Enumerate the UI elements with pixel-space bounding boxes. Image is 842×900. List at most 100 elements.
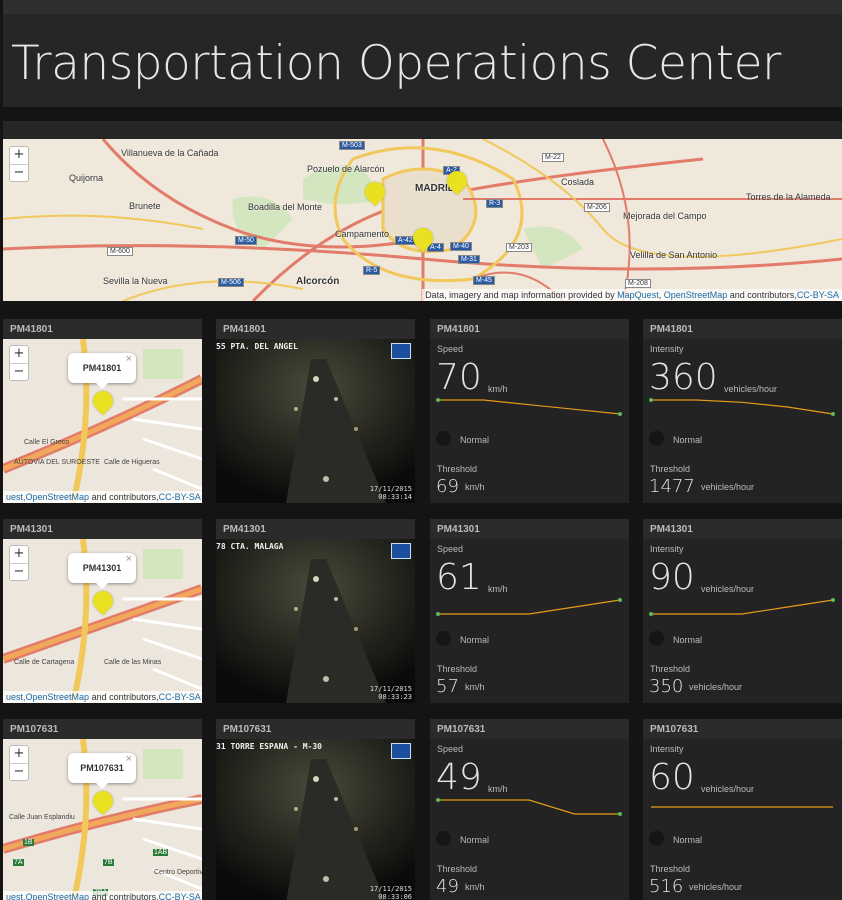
sparkline-path <box>438 799 620 815</box>
attribution-link-osm[interactable]: uest,OpenStreetMap <box>6 892 89 900</box>
speed-metric: Speed 49 km/h Normal Threshold 49 km/h <box>430 739 629 900</box>
sensor-minimap[interactable]: + − PM41301 × Calle de Cartagena Calle de las… <box>3 539 202 703</box>
intensity-trend-sparkline <box>651 806 833 808</box>
zoom-out-button[interactable]: − <box>10 763 28 780</box>
speed-label: Speed <box>437 544 464 554</box>
camera-date: 17/11/2015 <box>369 885 412 893</box>
map-place-label: Sevilla la Nueva <box>103 276 168 286</box>
attribution-link-osm[interactable]: uest,OpenStreetMap <box>6 692 89 702</box>
minimap-zoom-control: + − <box>9 345 29 381</box>
camera-scene <box>216 539 415 703</box>
camera-label: 31 TORRE ESPANA - M-30 <box>216 742 322 751</box>
street-label: Calle de Cartagena <box>14 659 75 666</box>
sparkline-path <box>651 399 834 415</box>
sparkline-path <box>438 399 621 415</box>
status-indicator-icon <box>649 831 664 846</box>
street-label: 7A <box>13 859 24 866</box>
attribution-link-license[interactable]: CC-BY-SA <box>159 492 201 502</box>
camera-timestamp: 17/11/2015 08:33:06 <box>370 885 412 900</box>
threshold-unit: vehicles/hour <box>689 882 743 892</box>
street-label: Calle El Greco <box>24 439 70 446</box>
map-zoom-control: + − <box>9 146 29 182</box>
speed-status: Normal <box>460 635 490 645</box>
map-road-label: M-503 <box>339 141 365 150</box>
sensor-minimap[interactable]: +−PM107631×7A7B1B1AB7BACalle Juan Esplan… <box>3 739 202 900</box>
intensity-status: Normal <box>673 835 703 845</box>
overview-map[interactable]: + − Villanueva de la Cañada Pozuelo de Al… <box>3 139 842 301</box>
zoom-in-button[interactable]: + <box>10 147 28 164</box>
camera-timestamp: 17/11/2015 08:33:14 <box>370 485 412 501</box>
sensor-minimap[interactable]: + − PM41801 × AUTOVIA DEL SUROESTE Calle de H… <box>3 339 202 503</box>
overview-map-panel: + − Villanueva de la Cañada Pozuelo de Al… <box>3 121 842 301</box>
attribution-text-2: and contributors, <box>727 290 797 300</box>
attribution-link-osm[interactable]: OpenStreetMap <box>664 290 728 300</box>
speed-value: 49 <box>436 757 482 798</box>
camera-provider-logo <box>391 343 411 359</box>
zoom-in-button[interactable]: + <box>10 746 28 763</box>
attribution-link-license[interactable]: CC-BY-SA <box>797 290 839 300</box>
zoom-out-button[interactable]: − <box>10 164 28 181</box>
threshold-unit: vehicles/hour <box>701 482 755 492</box>
map-place-label: Villanueva de la Cañada <box>121 148 219 158</box>
threshold-unit: km/h <box>465 682 485 692</box>
panel-header: PM107631 <box>3 719 202 739</box>
speed-status: Normal <box>460 835 490 845</box>
map-road-label: M-203 <box>506 243 532 252</box>
popup-close-icon[interactable]: × <box>126 544 132 574</box>
street-label: 7B <box>103 859 114 866</box>
traffic-camera-image[interactable]: 78 CTA. MALAGA 17/11/2015 08:33:23 <box>216 539 415 703</box>
attribution-text: and contributors, <box>89 692 159 702</box>
minimap-zoom-control: + − <box>9 745 29 781</box>
map-road-label: M-45 <box>473 276 495 285</box>
street-label: AUTOVIA DEL SUROESTE <box>14 459 100 466</box>
intensity-status: Normal <box>673 435 703 445</box>
sensor-panel: PM41801 Speed 70 km/h Normal Threshold 69 km/h <box>430 319 629 503</box>
attribution-link-license[interactable]: CC-BY-SA <box>159 892 201 900</box>
sparkline-endpoint <box>649 398 653 402</box>
zoom-in-button[interactable]: + <box>10 346 28 363</box>
zoom-out-button[interactable]: − <box>10 563 28 580</box>
camera-provider-logo <box>391 543 411 559</box>
traffic-camera-image[interactable]: 31 TORRE ESPANA - M-30 17/11/2015 08:33:06 <box>216 739 415 900</box>
map-road-label: M-40 <box>450 242 472 251</box>
camera-time: 08:33:14 <box>378 493 412 501</box>
zoom-in-button[interactable]: + <box>10 546 28 563</box>
map-place-label: Pozuelo de Alarcón <box>307 164 385 174</box>
traffic-camera-image[interactable]: 55 PTA. DEL ANGEL 17/11/2015 08:33:14 <box>216 339 415 503</box>
attribution-link-license[interactable]: CC-BY-SA <box>159 692 201 702</box>
speed-unit: km/h <box>488 384 508 394</box>
sensor-panel: PM41301 Intensity 90 vehicles/hour Normal Thr… <box>643 519 842 703</box>
camera-scene <box>216 339 415 503</box>
page-title: Transportation Operations Center <box>11 36 781 91</box>
map-place-label: Boadilla del Monte <box>248 202 323 212</box>
speed-trend-sparkline <box>436 598 622 616</box>
intensity-label: Intensity <box>650 344 684 354</box>
popup-label: PM107631 <box>80 763 124 773</box>
status-indicator-icon <box>649 631 664 646</box>
panel-header: PM41301 <box>430 519 629 539</box>
sparkline-path <box>651 599 834 615</box>
sparkline-endpoint <box>618 412 622 416</box>
intensity-unit: vehicles/hour <box>701 584 755 594</box>
sensor-panel: PM41801 Intensity 360 vehicles/hour Normal Th… <box>643 319 842 503</box>
sparkline-endpoint <box>831 412 835 416</box>
popup-close-icon[interactable]: × <box>126 344 132 374</box>
threshold-value: 57 <box>436 676 459 697</box>
zoom-out-button[interactable]: − <box>10 363 28 380</box>
threshold-label: Threshold <box>650 464 691 474</box>
sparkline-endpoint <box>436 398 440 402</box>
popup-label: PM41301 <box>82 563 122 573</box>
street-label: 1AB <box>153 849 169 856</box>
speed-unit: km/h <box>488 584 508 594</box>
map-road-label: M-22 <box>542 153 564 162</box>
sensor-panel: PM107631 31 TORRE ESPANA - M-30 17/11/2015… <box>216 719 415 900</box>
speed-trend-sparkline <box>436 798 622 816</box>
attribution-link-osm[interactable]: uest,OpenStreetMap <box>6 492 89 502</box>
popup-close-icon[interactable]: × <box>126 744 132 774</box>
camera-timestamp: 17/11/2015 08:33:23 <box>370 685 412 701</box>
panel-header: PM41301 <box>3 519 202 539</box>
panel-header: PM107631 <box>430 719 629 739</box>
sensor-panel: PM107631 Speed 49 km/h Normal Threshold 49 km/h <box>430 719 629 900</box>
map-place-label: Brunete <box>129 201 161 211</box>
attribution-link-mapquest[interactable]: MapQuest <box>617 290 659 300</box>
